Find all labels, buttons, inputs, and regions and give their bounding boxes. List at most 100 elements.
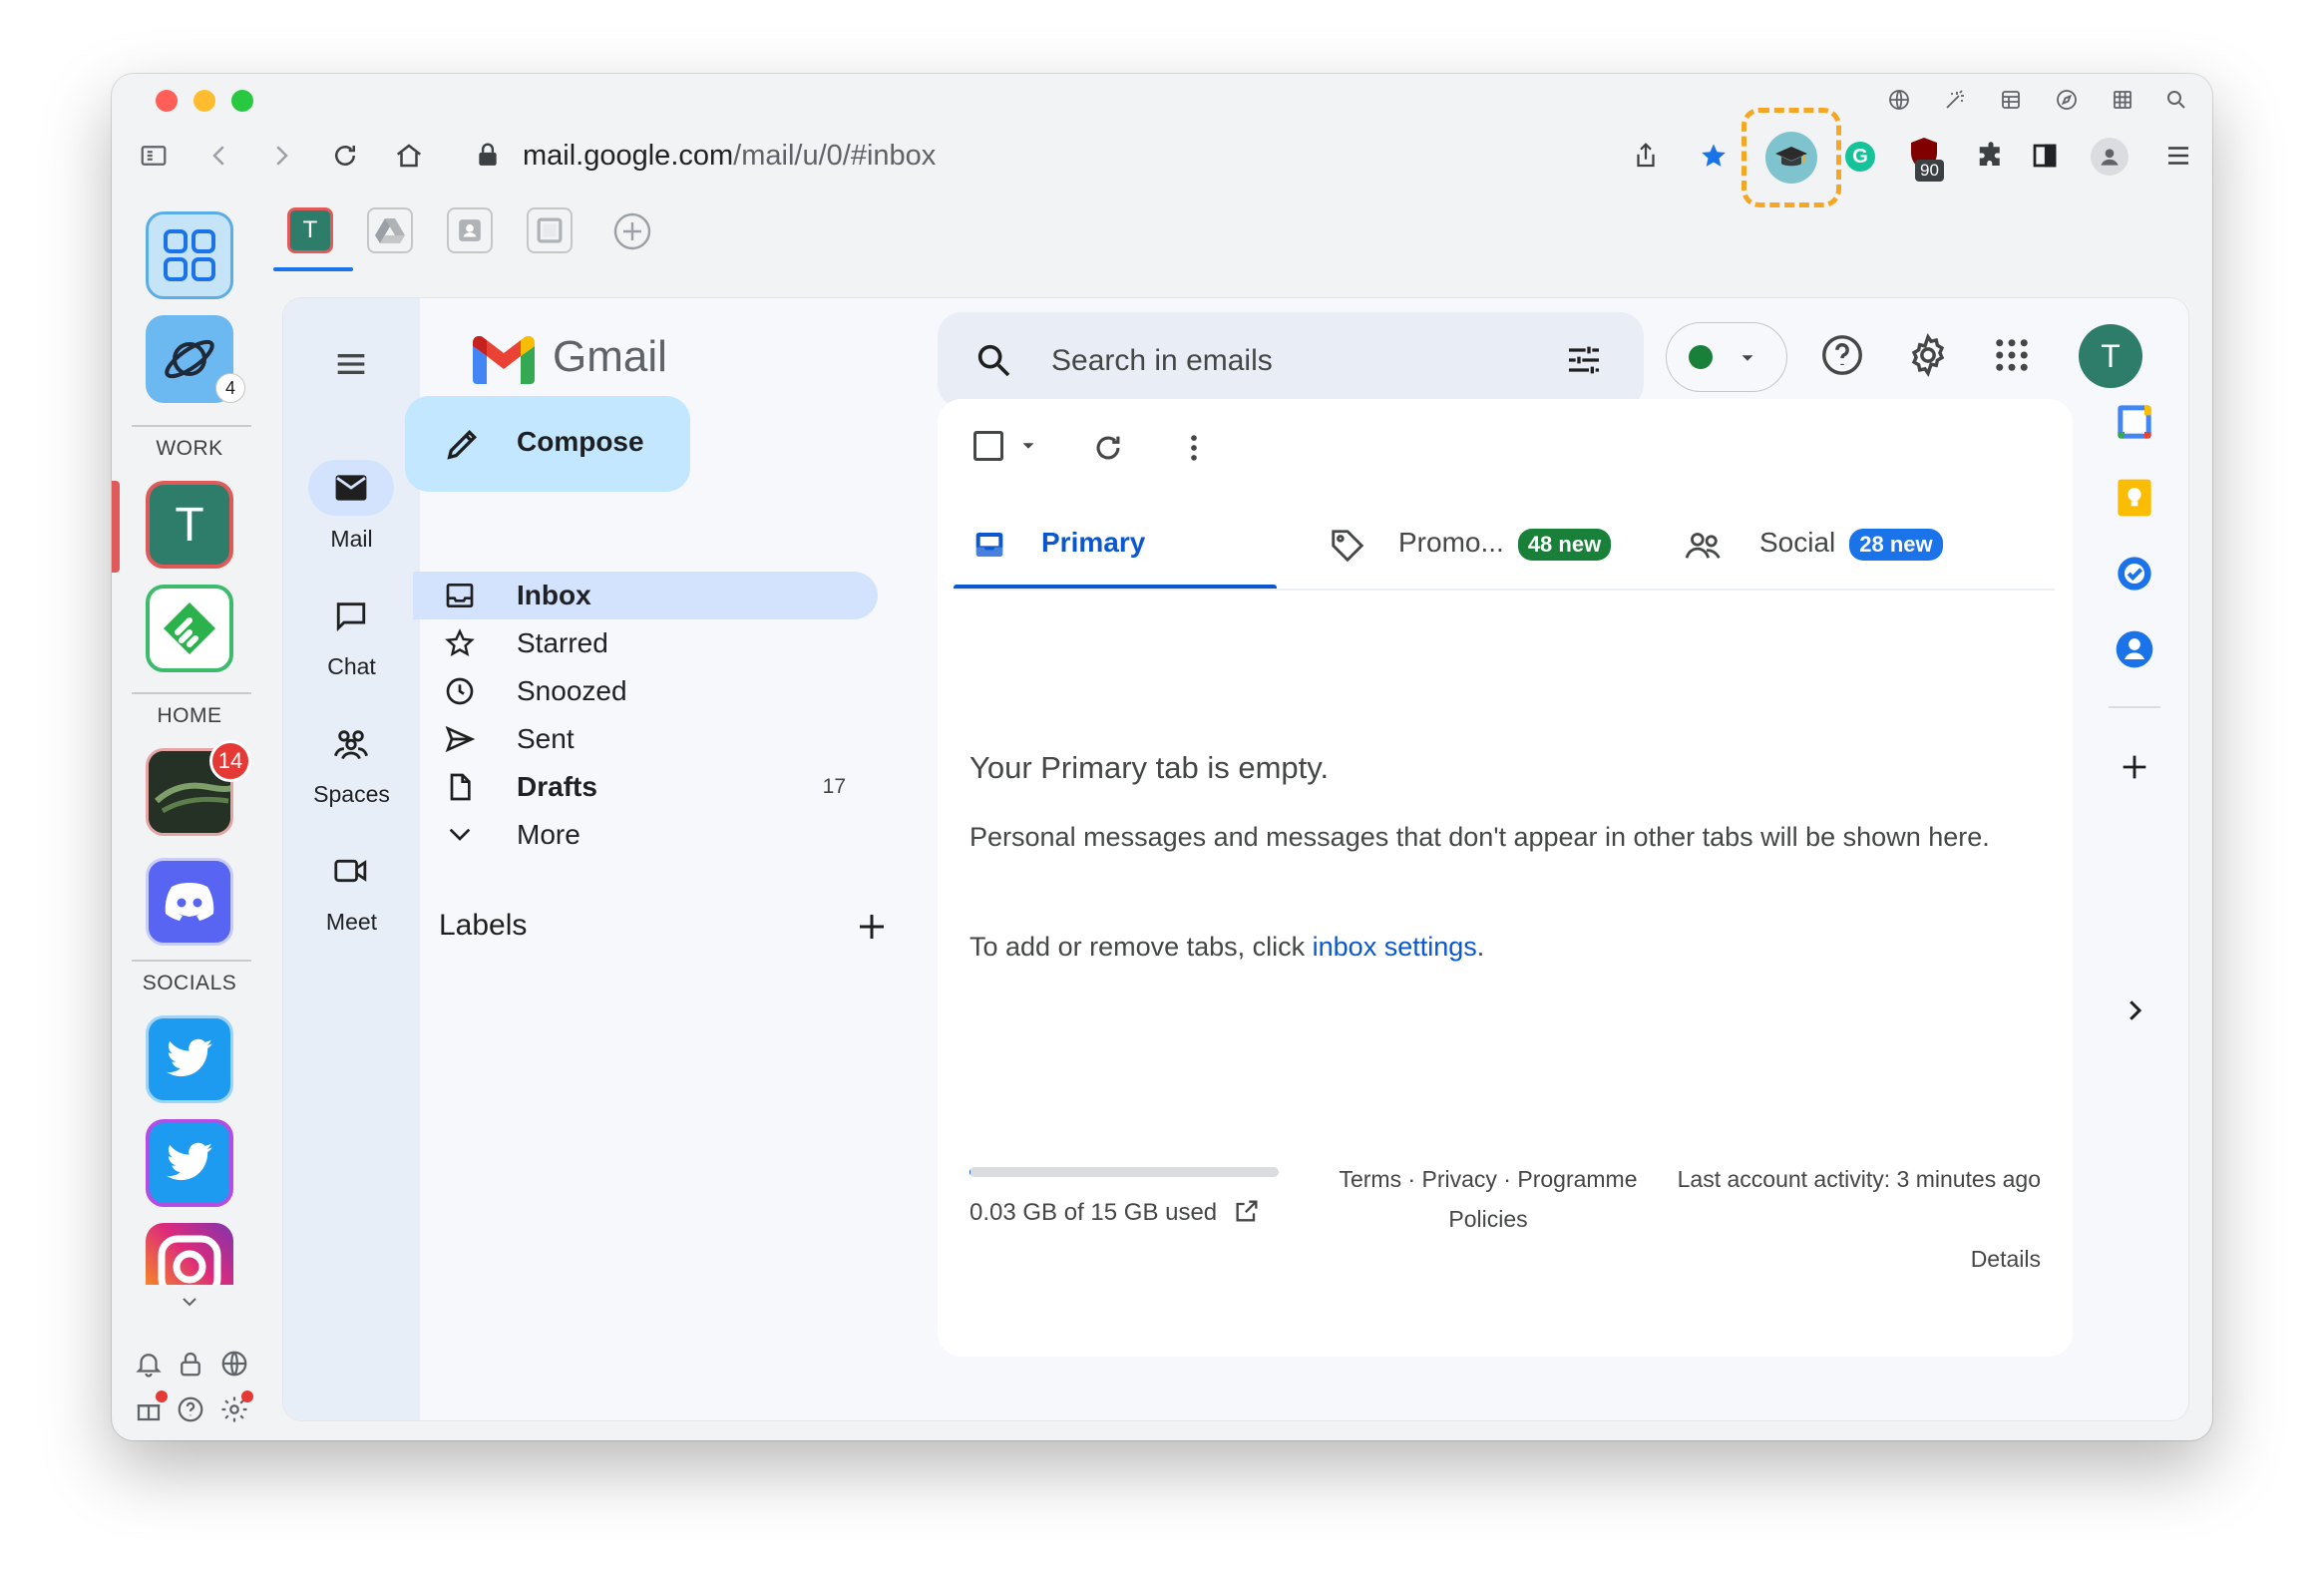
gmail-logo-icon[interactable] (473, 335, 535, 389)
work-gmail-app-button[interactable]: T (146, 481, 233, 569)
tab-social-label: Social 28 new (1759, 527, 1943, 561)
back-icon[interactable] (199, 136, 239, 176)
share-icon[interactable] (1626, 136, 1666, 176)
reload-icon[interactable] (325, 136, 365, 176)
puzzle-extensions-icon[interactable] (1971, 136, 2011, 176)
open-external-icon[interactable] (1233, 1197, 1261, 1225)
tasks-addon-icon[interactable] (2109, 548, 2160, 599)
keep-addon-icon[interactable] (2109, 472, 2160, 524)
forward-icon[interactable] (261, 136, 301, 176)
more-options-icon[interactable] (1177, 431, 1211, 465)
bookmark-star-icon[interactable] (1694, 136, 1734, 176)
account-avatar[interactable]: T (2079, 324, 2142, 388)
rail-spaces-label: Spaces (313, 781, 390, 807)
activity-details-link[interactable]: Details (1662, 1239, 2041, 1279)
status-dropdown[interactable] (1666, 322, 1787, 392)
expand-side-panel-icon[interactable] (2109, 985, 2160, 1036)
close-window-button[interactable] (156, 90, 178, 112)
chevron-down-icon (443, 818, 477, 852)
nav-sent[interactable]: Sent (413, 715, 872, 763)
contacts-addon-icon[interactable] (2109, 623, 2160, 675)
clock-icon (443, 674, 477, 708)
section-label-socials: SOCIALS (142, 972, 237, 994)
select-menu-caret-icon[interactable] (1017, 435, 1039, 457)
pinned-tab-drive[interactable] (367, 207, 413, 253)
sidebar-divider (132, 960, 251, 962)
nav-starred[interactable]: Starred (413, 619, 872, 667)
minimize-window-button[interactable] (194, 90, 215, 112)
search-icon[interactable] (973, 340, 1013, 380)
home-icon[interactable] (389, 136, 429, 176)
rail-chat-button[interactable] (308, 588, 394, 643)
feedly-app-button[interactable] (146, 585, 233, 672)
select-all-checkbox[interactable] (973, 431, 1003, 461)
compose-button[interactable]: Compose (405, 396, 690, 492)
magic-wand-icon[interactable] (1935, 80, 1975, 120)
add-tab-icon[interactable] (612, 211, 652, 256)
pinned-tab-contacts[interactable] (447, 207, 493, 253)
send-icon (443, 722, 477, 756)
language-globe-icon[interactable] (219, 1349, 249, 1384)
support-help-icon[interactable] (1819, 332, 1865, 383)
nav-more[interactable]: More (413, 811, 872, 859)
tab-primary[interactable]: Primary (954, 499, 1277, 591)
draft-file-icon (443, 770, 477, 804)
tab-social[interactable]: Social 28 new (1680, 499, 2019, 591)
rail-meet-button[interactable] (308, 843, 394, 899)
profile-icon[interactable] (2091, 138, 2129, 176)
storage-bar (969, 1167, 1279, 1177)
tab-promotions[interactable]: Promo... 48 new (1327, 499, 1666, 591)
gmail-app: Mail Chat Spaces Meet Gmail Compose Inbo… (283, 298, 2188, 1420)
globe-icon[interactable] (1879, 80, 1919, 120)
primary-inbox-icon (975, 533, 1003, 557)
calendar-addon-icon[interactable] (2109, 396, 2160, 448)
search-options-icon[interactable] (1564, 340, 1604, 380)
pinned-tab-gmail[interactable]: T (287, 207, 333, 253)
grammarly-icon[interactable]: G (1845, 142, 1875, 172)
graduation-cap-extension-icon[interactable] (1765, 132, 1817, 184)
inbox-panel: Primary Promo... 48 new Social 28 new Your… (938, 399, 2073, 1357)
maximize-window-button[interactable] (231, 90, 253, 112)
home-app-badge: 14 (209, 740, 251, 782)
nav-snoozed[interactable]: Snoozed (413, 667, 872, 715)
nav-drafts[interactable]: Drafts 17 (413, 763, 872, 811)
instagram-app-button[interactable] (146, 1223, 233, 1285)
rail-meet-label: Meet (325, 909, 378, 935)
rail-mail-button[interactable] (308, 460, 394, 516)
url-text[interactable]: mail.google.com/mail/u/0/#inbox (523, 140, 936, 173)
inbox-settings-link[interactable]: inbox settings (1313, 932, 1477, 962)
sidebar-toggle-icon[interactable] (134, 136, 174, 176)
promotions-new-badge: 48 new (1517, 529, 1612, 561)
settings-icon[interactable] (1905, 332, 1951, 383)
google-apps-icon[interactable] (1991, 334, 2033, 381)
active-tab-indicator (273, 267, 353, 271)
nav-inbox[interactable]: Inbox (413, 572, 872, 619)
compass-icon[interactable] (2047, 80, 2087, 120)
refresh-icon[interactable] (1091, 431, 1125, 465)
search-icon[interactable] (2156, 80, 2196, 120)
add-label-icon[interactable] (854, 909, 890, 950)
menu-icon[interactable] (2158, 136, 2198, 176)
sidebar-divider (132, 692, 251, 694)
discord-app-button[interactable] (146, 858, 233, 946)
search-placeholder: Search in emails (1051, 344, 1273, 377)
browser-window: mail.google.com/mail/u/0/#inbox G 90 T 4… (112, 74, 2212, 1440)
tag-icon (1332, 530, 1364, 563)
grid-icon[interactable] (2103, 80, 2142, 120)
twitter-second-app-button[interactable] (146, 1119, 233, 1207)
notifications-bell-icon[interactable] (134, 1349, 164, 1384)
pinned-tab-calendar[interactable] (527, 207, 573, 253)
sidebar-more-chevron-icon[interactable] (178, 1293, 201, 1316)
lock-sidebar-icon[interactable] (176, 1349, 205, 1384)
rail-spaces-button[interactable] (308, 715, 394, 771)
side-panel-icon[interactable] (2025, 136, 2065, 176)
reader-view-icon[interactable] (1991, 80, 2031, 120)
empty-state-tabs-hint: To add or remove tabs, click inbox setti… (969, 932, 1485, 962)
apps-overview-button[interactable] (146, 211, 233, 299)
footer-policy-links[interactable]: Terms · Privacy · Programme Policies (1329, 1159, 1648, 1239)
twitter-app-button[interactable] (146, 1015, 233, 1103)
help-icon[interactable] (176, 1394, 205, 1429)
main-menu-icon[interactable] (331, 344, 371, 389)
get-addons-icon[interactable] (2109, 741, 2160, 793)
search-bar[interactable]: Search in emails (938, 312, 1644, 408)
